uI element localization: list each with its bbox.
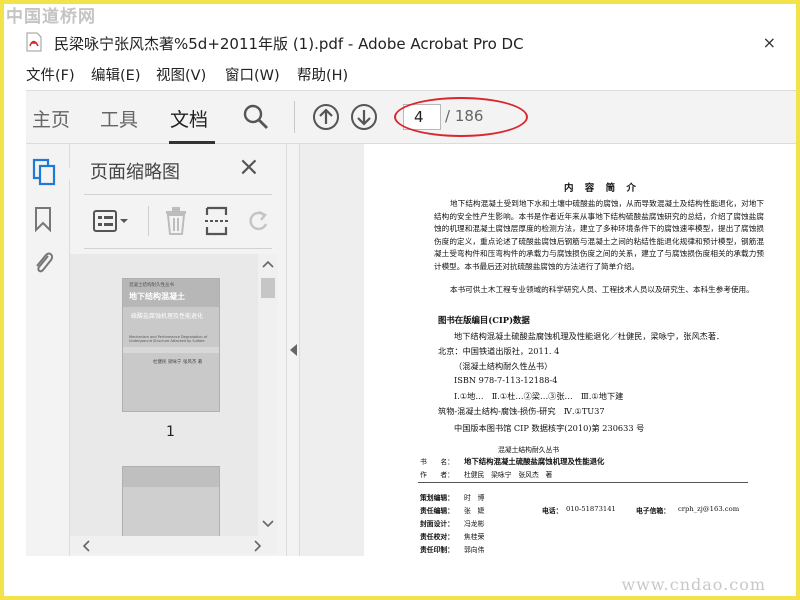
menu-file[interactable]: 文件(F) bbox=[26, 64, 75, 85]
print-label: 责任印制： bbox=[420, 546, 454, 554]
page-summary: 地下结构混凝土受到地下水和土壤中硫酸盐的腐蚀，从而导致混凝土及结构性能退化，对地… bbox=[434, 199, 764, 271]
proof-name: 焦桂荣 bbox=[464, 533, 485, 541]
menu-view[interactable]: 视图(V) bbox=[156, 64, 206, 85]
panel-title: 页面缩略图 bbox=[90, 162, 180, 183]
page-rule bbox=[418, 482, 748, 483]
collapse-panel-arrow-icon[interactable] bbox=[290, 344, 297, 356]
attachment-icon[interactable] bbox=[32, 248, 54, 276]
watermark-bottom: www.cndao.com bbox=[621, 575, 766, 594]
cip-line: 地下结构混凝土硫酸盐腐蚀机理及性能退化／杜健民，梁咏宁，张风杰著． bbox=[454, 331, 725, 341]
cip-line: 北京：中国铁道出版社，2011. 4 bbox=[438, 346, 560, 356]
resp-name: 张 婕 bbox=[464, 507, 485, 515]
scroll-down-arrow-icon[interactable] bbox=[262, 520, 274, 528]
proof-label: 责任校对： bbox=[420, 533, 454, 541]
print-name: 郭向伟 bbox=[464, 546, 485, 554]
thumbnail-page-label: 1 bbox=[166, 424, 175, 440]
cip-line: （混凝土结构耐久性丛书） bbox=[454, 361, 553, 371]
rotate-page-icon[interactable] bbox=[246, 208, 272, 234]
phone-number: 010-51873141 bbox=[566, 505, 616, 513]
thumbnail-list: 混凝土结构耐久性丛书 地下结构混凝土 硫酸盐腐蚀机理及性能退化 Mechanis… bbox=[70, 254, 258, 536]
editor-name: 时 博 bbox=[464, 494, 485, 502]
scrollbar-thumb[interactable] bbox=[261, 278, 275, 298]
previous-page-icon[interactable] bbox=[312, 103, 340, 131]
thumbnail-english: Mechanism and Performance Degradation of… bbox=[129, 335, 208, 344]
thumbnail-2-band bbox=[123, 467, 219, 487]
cip-line: 筑物-混凝土结构-腐蚀-损伤-研究 Ⅳ.①TU37 bbox=[438, 406, 605, 416]
crop-pages-icon[interactable] bbox=[204, 206, 230, 236]
scroll-right-arrow-icon[interactable] bbox=[254, 540, 262, 552]
thumbnail-series: 混凝土结构耐久性丛书 bbox=[129, 283, 174, 288]
main-toolbar: 主页 工具 文档 4 / 186 bbox=[26, 90, 796, 144]
viewer-gutter bbox=[300, 144, 364, 556]
options-menu-icon[interactable] bbox=[92, 208, 132, 234]
toolbar-separator bbox=[294, 101, 295, 133]
panel-divider-2 bbox=[84, 248, 272, 249]
page-thumbnail-1[interactable]: 混凝土结构耐久性丛书 地下结构混凝土 硫酸盐腐蚀机理及性能退化 Mechanis… bbox=[122, 278, 220, 412]
book-label: 书 名： bbox=[420, 458, 454, 466]
bookmark-icon[interactable] bbox=[34, 206, 52, 232]
panel-tool-separator bbox=[148, 206, 149, 236]
window-title: 民梁咏宁张风杰著%5d+2011年版 (1).pdf - Adobe Acrob… bbox=[54, 35, 524, 53]
page-thumbnail-2[interactable] bbox=[122, 466, 220, 536]
email-address: crph_zj@163.com bbox=[678, 505, 740, 513]
document-viewer: 内 容 简 介 地下结构混凝土受到地下水和土壤中硫酸盐的腐蚀，从而导致混凝土及结… bbox=[300, 144, 796, 556]
thumbnail-subtitle: 硫酸盐腐蚀机理及性能退化 bbox=[131, 313, 204, 320]
panel-resize-handle[interactable] bbox=[286, 144, 300, 556]
series-line: 混凝土结构耐久丛书 bbox=[498, 446, 560, 454]
delete-page-icon[interactable] bbox=[164, 206, 188, 236]
cover-label: 封面设计： bbox=[420, 520, 454, 528]
tab-document[interactable]: 文档 bbox=[170, 105, 208, 132]
thumbnail-stripe bbox=[123, 347, 219, 353]
title-bar: 民梁咏宁张风杰著%5d+2011年版 (1).pdf - Adobe Acrob… bbox=[4, 30, 796, 56]
cover-name: 冯龙彬 bbox=[464, 520, 485, 528]
search-icon[interactable] bbox=[242, 103, 270, 131]
cip-line: 中国版本图书馆 CIP 数据核字(2010)第 230633 号 bbox=[454, 423, 645, 433]
thumbnails-panel: 页面缩略图 × 混凝土结构耐久性丛书 地下结构混凝土 硫酸盐腐蚀机理及性能退化 … bbox=[70, 144, 286, 556]
author-label: 作 者： bbox=[420, 471, 454, 479]
page-heading: 内 容 简 介 bbox=[564, 183, 640, 194]
resp-label: 责任编辑： bbox=[420, 507, 454, 515]
pdf-file-icon bbox=[26, 32, 42, 52]
cip-heading: 图书在版编目(CIP)数据 bbox=[438, 315, 530, 325]
scroll-up-arrow-icon[interactable] bbox=[262, 260, 274, 268]
page-audience: 本书可供土木工程专业领域的科学研究人员、工程技术人员以及研究生、本科生参考使用。 bbox=[450, 285, 754, 294]
menu-window[interactable]: 窗口(W) bbox=[225, 64, 280, 85]
menu-bar: 文件(F) 编辑(E) 视图(V) 窗口(W) 帮助(H) bbox=[4, 62, 796, 86]
tab-tools[interactable]: 工具 bbox=[100, 105, 138, 132]
panel-divider bbox=[84, 194, 272, 195]
next-page-icon[interactable] bbox=[350, 103, 378, 131]
phone-label: 电话： bbox=[542, 507, 563, 515]
watermark-top: 中国道桥网 bbox=[6, 7, 96, 27]
cip-line: Ⅰ.①地… Ⅱ.①杜…②梁…③张… Ⅲ.①地下建 bbox=[454, 391, 624, 401]
tab-home[interactable]: 主页 bbox=[32, 105, 70, 132]
navigation-pane-strip bbox=[26, 144, 70, 556]
page-thumbnails-icon[interactable] bbox=[31, 158, 57, 186]
email-label: 电子信箱： bbox=[636, 507, 670, 515]
highlight-annotation-ellipse bbox=[394, 97, 528, 137]
pdf-page: 内 容 简 介 地下结构混凝土受到地下水和土壤中硫酸盐的腐蚀，从而导致混凝土及结… bbox=[364, 144, 796, 556]
panel-close-button[interactable]: × bbox=[238, 152, 260, 182]
menu-edit[interactable]: 编辑(E) bbox=[91, 64, 140, 85]
thumbnail-vertical-scrollbar[interactable] bbox=[258, 254, 278, 536]
menu-help[interactable]: 帮助(H) bbox=[297, 64, 348, 85]
thumbnail-authors: 杜健民 梁咏宁 张风杰 著 bbox=[153, 360, 203, 365]
window-close-button[interactable]: × bbox=[763, 33, 776, 52]
author-names: 杜健民 梁咏宁 张风杰 著 bbox=[464, 471, 553, 479]
editor-label: 策划编辑： bbox=[420, 494, 454, 502]
thumbnail-title: 地下结构混凝土 bbox=[129, 292, 185, 301]
cip-line: ISBN 978-7-113-12188-4 bbox=[454, 375, 558, 385]
book-name: 地下结构混凝土硫酸盐腐蚀机理及性能退化 bbox=[464, 457, 605, 466]
scroll-left-arrow-icon[interactable] bbox=[82, 540, 90, 552]
thumbnail-horizontal-scrollbar[interactable] bbox=[70, 536, 278, 554]
